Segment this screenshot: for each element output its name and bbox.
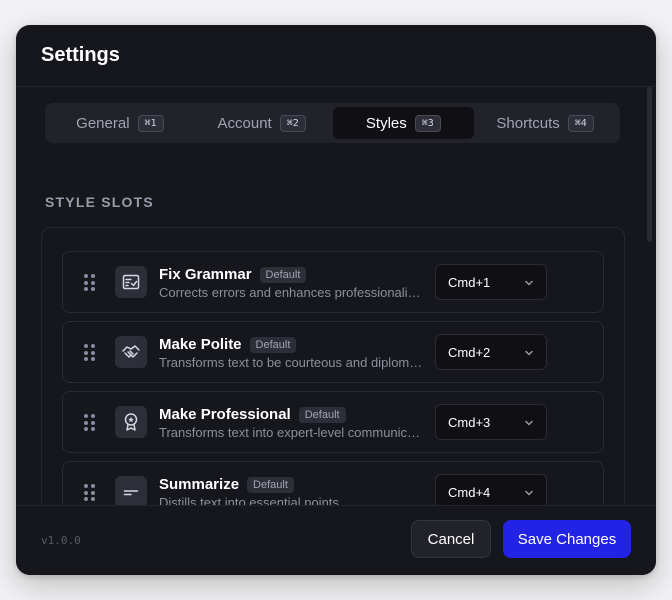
tab-general[interactable]: General ⌘1 bbox=[49, 107, 191, 139]
shortcut-select[interactable]: Cmd+3 bbox=[435, 404, 547, 440]
tab-shortcuts[interactable]: Shortcuts ⌘4 bbox=[474, 107, 616, 139]
slot-name: Summarize bbox=[159, 476, 240, 493]
shortcut-value: Cmd+4 bbox=[448, 484, 491, 500]
checklist-icon bbox=[115, 266, 147, 298]
tab-bar: General ⌘1 Account ⌘2 Styles ⌘3 Shortcut… bbox=[45, 103, 620, 143]
tab-label: General bbox=[76, 114, 130, 132]
version-label: v1.0.0 bbox=[41, 534, 81, 547]
style-slot-fix-grammar: Fix Grammar Default Corrects errors and … bbox=[62, 251, 604, 313]
slot-name: Make Polite bbox=[159, 336, 242, 353]
save-changes-button[interactable]: Save Changes bbox=[503, 520, 631, 558]
shortcut-select[interactable]: Cmd+4 bbox=[435, 474, 547, 505]
cancel-button[interactable]: Cancel bbox=[411, 520, 491, 558]
shortcut-value: Cmd+2 bbox=[448, 344, 491, 360]
default-badge: Default bbox=[249, 336, 297, 353]
drag-handle-icon[interactable] bbox=[84, 484, 95, 502]
shortcut-value: Cmd+3 bbox=[448, 414, 491, 430]
tab-label: Shortcuts bbox=[496, 114, 560, 132]
handshake-icon bbox=[115, 336, 147, 368]
default-badge: Default bbox=[259, 266, 307, 283]
slot-name-row: Make Polite Default bbox=[159, 336, 297, 353]
chevron-down-icon bbox=[525, 350, 533, 356]
slot-name: Make Professional bbox=[159, 406, 291, 423]
drag-handle-icon[interactable] bbox=[84, 414, 95, 432]
slot-name: Fix Grammar bbox=[159, 266, 252, 283]
dialog-title: Settings bbox=[41, 44, 120, 66]
tab-styles[interactable]: Styles ⌘3 bbox=[332, 107, 475, 139]
text-lines-icon bbox=[115, 476, 147, 505]
scrollbar-thumb[interactable] bbox=[647, 87, 652, 242]
shortcut-value: Cmd+1 bbox=[448, 274, 491, 290]
dialog-header: Settings bbox=[16, 25, 656, 87]
chevron-down-icon bbox=[525, 280, 533, 286]
style-slot-summarize: Summarize Default Distills text into ess… bbox=[62, 461, 604, 505]
tab-label: Styles bbox=[365, 114, 407, 132]
tab-shortcut: ⌘3 bbox=[414, 114, 441, 132]
slot-description: Distills text into essential points bbox=[159, 495, 339, 505]
default-badge: Default bbox=[298, 406, 346, 423]
tab-account[interactable]: Account ⌘2 bbox=[191, 107, 333, 139]
drag-handle-icon[interactable] bbox=[84, 274, 95, 292]
default-badge: Default bbox=[247, 476, 294, 493]
slot-description: Corrects errors and enhances professiona… bbox=[159, 285, 423, 300]
tab-shortcut: ⌘2 bbox=[279, 114, 306, 132]
award-icon bbox=[115, 406, 147, 438]
slot-description: Transforms text into expert-level commun… bbox=[159, 425, 423, 440]
style-slots-list: Fix Grammar Default Corrects errors and … bbox=[41, 227, 625, 505]
drag-handle-icon[interactable] bbox=[84, 344, 95, 362]
chevron-down-icon bbox=[525, 490, 533, 496]
slot-description: Transforms text to be courteous and dipl… bbox=[159, 355, 423, 370]
section-title: STYLE SLOTS bbox=[45, 194, 154, 210]
tab-shortcut: ⌘4 bbox=[567, 114, 594, 132]
slot-name-row: Fix Grammar Default bbox=[159, 266, 307, 283]
settings-dialog: Settings General ⌘1 Account ⌘2 Styles ⌘3… bbox=[16, 25, 656, 575]
shortcut-select[interactable]: Cmd+2 bbox=[435, 334, 547, 370]
tab-label: Account bbox=[217, 114, 272, 132]
style-slot-make-polite: Make Polite Default Transforms text to b… bbox=[62, 321, 604, 383]
tab-shortcut: ⌘1 bbox=[137, 114, 164, 132]
shortcut-select[interactable]: Cmd+1 bbox=[435, 264, 547, 300]
chevron-down-icon bbox=[525, 420, 533, 426]
dialog-footer: v1.0.0 Cancel Save Changes bbox=[16, 505, 656, 575]
slot-name-row: Summarize Default bbox=[159, 476, 294, 493]
style-slot-make-professional: Make Professional Default Transforms tex… bbox=[62, 391, 604, 453]
dialog-body: General ⌘1 Account ⌘2 Styles ⌘3 Shortcut… bbox=[16, 87, 656, 505]
slot-name-row: Make Professional Default bbox=[159, 406, 346, 423]
